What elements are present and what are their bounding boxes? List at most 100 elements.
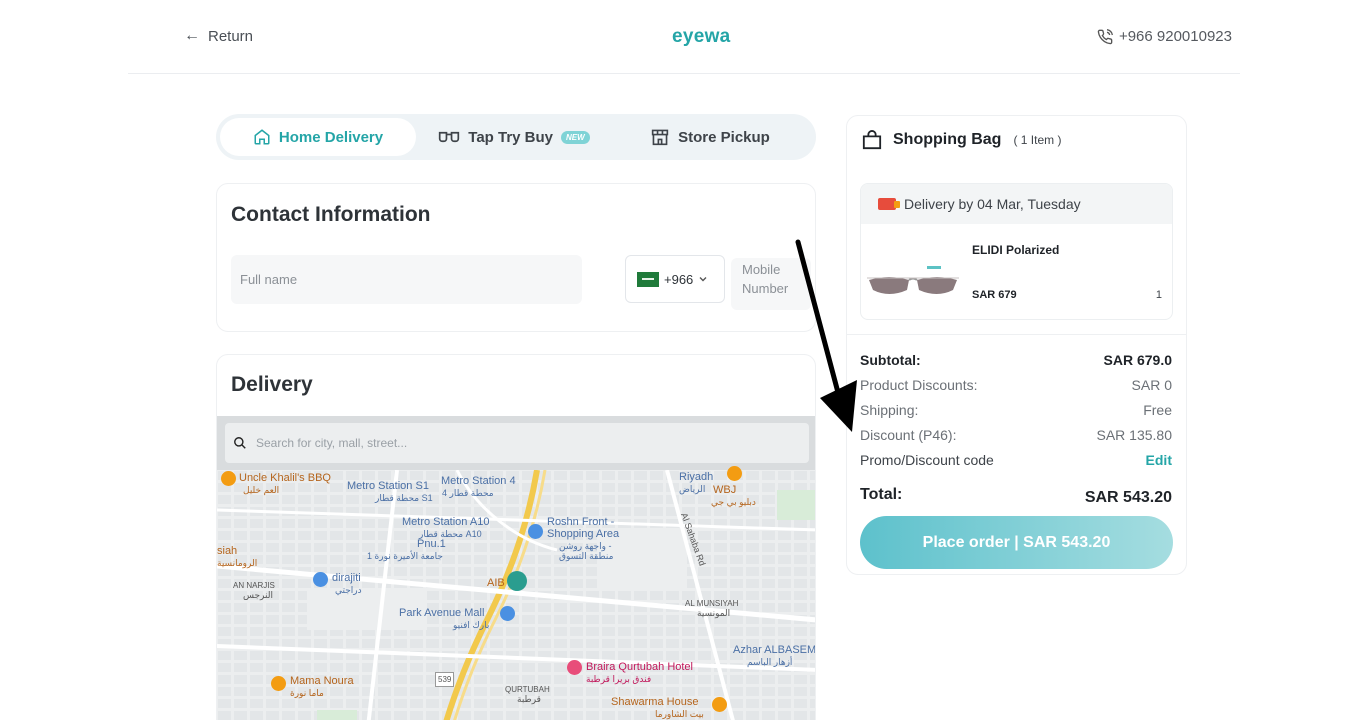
delivery-map[interactable]: Search for city, mall, street... Uncle K… (217, 416, 816, 720)
restaurant-pin-icon[interactable] (727, 466, 742, 481)
summary-label: Subtotal: (860, 352, 921, 368)
arrow-left-icon: ← (184, 27, 200, 44)
map-label: ماما نورة (290, 688, 324, 698)
delivery-method-tabs: Home Delivery Tap Try Buy NEW Store Pick… (216, 114, 816, 160)
delivery-title: Delivery (231, 373, 313, 396)
map-label: العم خليل (243, 485, 280, 495)
map-label: أزهار الباسم (747, 657, 793, 667)
shopping-pin-icon[interactable] (500, 606, 515, 621)
promo-code-row: Promo/Discount code Edit (860, 452, 1172, 468)
phone-contact[interactable]: +966 920010923 (1097, 28, 1232, 45)
summary-value: Free (1143, 402, 1172, 418)
tab-tap-try-buy[interactable]: Tap Try Buy NEW (416, 118, 612, 156)
store-icon (651, 129, 669, 146)
summary-value: SAR 135.80 (1096, 427, 1173, 443)
summary-label: Product Discounts: (860, 377, 978, 393)
summary-value: SAR 679.0 (1103, 352, 1172, 368)
map-label: Shopping Area (547, 528, 620, 540)
shopping-bag-panel: Shopping Bag ( 1 Item ) Delivery by 04 M… (846, 115, 1187, 575)
delivery-date-banner: Delivery by 04 Mar, Tuesday (861, 184, 1172, 224)
restaurant-pin-icon[interactable] (221, 471, 236, 486)
item-count: ( 1 Item ) (1013, 133, 1062, 147)
summary-label: Shipping: (860, 402, 919, 418)
map-label: بارك افنيو (453, 620, 490, 630)
road-shield: 539 (435, 672, 455, 687)
delivery-truck-icon (878, 198, 900, 210)
edit-promo-button[interactable]: Edit (1146, 452, 1172, 468)
phone-number: +966 920010923 (1118, 28, 1232, 45)
logo[interactable]: eyewa (672, 26, 731, 48)
restaurant-pin-icon[interactable] (271, 676, 286, 691)
restaurant-pin-icon[interactable] (712, 697, 727, 712)
map-label: Roshn Front - (547, 516, 615, 528)
delivery-card: Delivery Search for city, mall, street..… (216, 354, 816, 720)
summary-label: Promo/Discount code (860, 452, 994, 468)
place-order-button[interactable]: Place order | SAR 543.20 (860, 516, 1173, 569)
map-label: Riyadh (679, 471, 714, 483)
bag-item-card: Delivery by 04 Mar, Tuesday ELIDI Polari… (860, 183, 1173, 320)
search-placeholder: Search for city, mall, street... (256, 436, 408, 450)
summary-value: SAR 0 (1131, 377, 1172, 393)
delivery-date-text: Delivery by 04 Mar, Tuesday (904, 196, 1081, 212)
map-label: بيت الشاورما (655, 709, 704, 719)
tab-label: Tap Try Buy (468, 128, 554, 146)
shipping-row: Shipping: Free (860, 402, 1172, 418)
summary-divider (847, 334, 1186, 335)
map-label: Shawarma House (611, 696, 699, 708)
map-label: Metro Station 4 (441, 475, 516, 487)
product-image[interactable] (867, 266, 959, 298)
map-search-input[interactable]: Search for city, mall, street... (225, 423, 809, 463)
header: ← Return eyewa +966 920010923 (0, 0, 1368, 74)
summary-label: Discount (P46): (860, 427, 957, 443)
map-label: الرياض (679, 484, 706, 494)
hotel-pin-icon[interactable] (567, 660, 582, 675)
header-divider (128, 73, 1240, 74)
product-quantity: 1 (1155, 289, 1162, 301)
country-code: +966 (664, 271, 694, 287)
map-label: منطقة التسوق (559, 551, 614, 561)
saudi-flag-icon (637, 271, 659, 287)
contact-title: Contact Information (231, 203, 431, 226)
map-label: Park Avenue Mall (399, 607, 485, 619)
product-price: SAR 679 (972, 289, 1017, 301)
new-badge: NEW (561, 130, 590, 144)
glasses-icon (439, 131, 460, 143)
shopping-pin-icon[interactable] (528, 524, 543, 539)
country-code-select[interactable]: +966 (625, 255, 725, 303)
map-label: قرطبة (517, 694, 541, 704)
tab-label: Store Pickup (678, 128, 770, 146)
contact-information-card: Contact Information Full name +966 Mobil… (216, 183, 816, 332)
map-label: فندق بريرا قرطبة (586, 674, 652, 684)
map-label: الرومانسية (217, 558, 258, 568)
map-search-bar: Search for city, mall, street... (217, 416, 815, 470)
return-link[interactable]: ← Return (184, 27, 253, 45)
shopping-pin-icon[interactable] (313, 572, 328, 587)
map-label: المونسية (697, 608, 731, 618)
product-name[interactable]: ELIDI Polarized (972, 243, 1059, 257)
subtotal-row: Subtotal: SAR 679.0 (860, 352, 1172, 368)
map-label: siah (217, 545, 238, 557)
map-label: Metro Station S1 (347, 480, 429, 492)
map-label: Azhar ALBASEM (733, 644, 816, 656)
map-label: دبليو بي جي (711, 497, 756, 507)
total-row: Total: SAR 543.20 (860, 486, 1172, 507)
search-icon (234, 437, 246, 449)
map-label: محطة قطار 4 (442, 488, 494, 498)
tab-store-pickup[interactable]: Store Pickup (612, 118, 808, 156)
map-label: WBJ (713, 484, 737, 496)
map-label: دراجتي (335, 585, 362, 595)
map-label: Braira Qurtubah Hotel (586, 661, 693, 673)
full-name-input[interactable]: Full name (231, 255, 582, 304)
location-pin-icon[interactable] (507, 571, 527, 591)
shopping-bag-icon (862, 130, 882, 150)
tab-home-delivery[interactable]: Home Delivery (220, 118, 416, 156)
mobile-number-input[interactable]: Mobile Number (731, 258, 811, 310)
discount-row: Discount (P46): SAR 135.80 (860, 427, 1172, 443)
chevron-down-icon (699, 277, 707, 282)
map-label: Uncle Khalil's BBQ (239, 472, 331, 484)
map-label: AIB (487, 577, 505, 589)
shopping-bag-header: Shopping Bag ( 1 Item ) (861, 130, 1061, 150)
home-icon (254, 129, 270, 145)
map-label: جامعة الأميرة نورة 1 (367, 551, 443, 561)
map-label: Metro Station A10 (402, 516, 490, 528)
